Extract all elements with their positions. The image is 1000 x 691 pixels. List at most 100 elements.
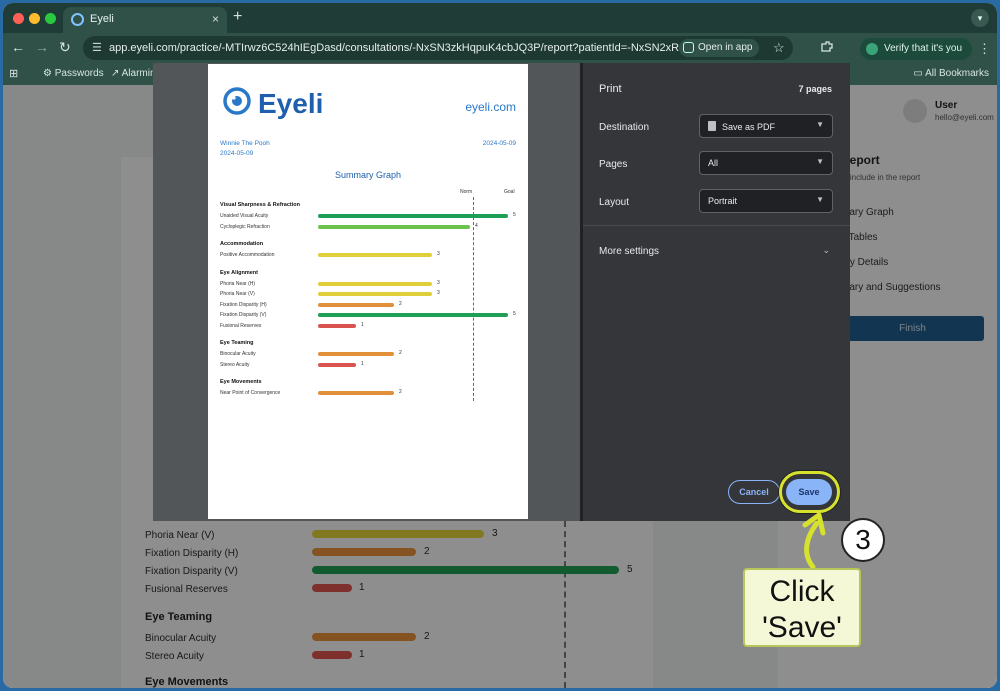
goal-label: Goal <box>504 189 515 195</box>
row-label: Cycloplegic Refraction <box>220 223 270 230</box>
bookmark-star-icon[interactable]: ☆ <box>773 40 785 56</box>
score-value: 1 <box>361 321 364 328</box>
open-in-app-button[interactable]: Open in app <box>679 39 759 57</box>
step-number-badge: 3 <box>841 518 885 562</box>
row-label: Binocular Acuity <box>220 351 256 357</box>
score-bar <box>318 302 394 307</box>
score-value: 3 <box>437 251 440 257</box>
expand-chevron-icon[interactable]: ⌄ <box>822 245 830 256</box>
section-title: Eye Alignment <box>220 269 258 276</box>
row-label: Phoria Near (V) <box>220 291 255 297</box>
score-bar <box>318 292 432 296</box>
minimize-window-icon[interactable] <box>29 13 40 24</box>
url-text: app.eyeli.com/practice/-MTIrwz6C524hIEgD… <box>109 42 701 54</box>
pages-label: Pages <box>599 159 628 170</box>
instruction-callout: Click 'Save' <box>743 568 861 647</box>
settings-divider <box>583 225 850 226</box>
chevron-down-icon: ▼ <box>816 157 824 166</box>
bookmark-alarmin[interactable]: ↗ Alarmin <box>111 68 156 79</box>
open-app-icon <box>683 41 694 53</box>
callout-line-2: 'Save' <box>762 611 842 644</box>
layout-label: Layout <box>599 197 630 208</box>
maximize-window-icon[interactable] <box>45 13 56 24</box>
row-label: Fixation Disparity (V) <box>220 312 267 318</box>
pdf-file-icon <box>708 121 716 131</box>
row-label: Fusional Reserves <box>220 322 262 329</box>
preview-date-right: 2024-05-09 <box>482 140 516 147</box>
score-value: 2 <box>399 300 402 307</box>
save-button[interactable]: Save <box>786 479 832 505</box>
callout-line-1: Click <box>769 575 835 608</box>
eyeli-logo-icon <box>223 87 251 115</box>
browser-toolbar: ← → ↻ ☰ app.eyeli.com/practice/-MTIrwz6C… <box>3 33 997 63</box>
print-title: Print <box>599 83 622 95</box>
close-window-icon[interactable] <box>13 13 24 24</box>
row-label: Stereo Acuity <box>220 361 250 368</box>
preview-page: Eyeli eyeli.com Winnie The Pooh 2024-05-… <box>208 64 528 519</box>
preview-site: eyeli.com <box>465 100 516 114</box>
site-info-icon[interactable]: ☰ <box>92 41 102 54</box>
all-bookmarks-button[interactable]: ▭ All Bookmarks <box>913 68 989 79</box>
extensions-icon[interactable] <box>819 39 835 55</box>
destination-select[interactable]: Save as PDF ▼ <box>699 114 833 138</box>
browser-window: Eyeli × + ▾ ← → ↻ ☰ app.eyeli.com/practi… <box>3 3 997 688</box>
more-settings-label[interactable]: More settings <box>599 246 659 257</box>
score-bar <box>318 313 508 317</box>
summary-graph-title: Summary Graph <box>334 170 402 180</box>
curved-arrow-icon <box>802 512 826 570</box>
profile-icon <box>866 43 878 55</box>
row-label: Near Point of Convergence <box>220 390 281 396</box>
section-title: Visual Sharpness & Refraction <box>220 202 300 208</box>
preview-patient: Winnie The Pooh <box>220 140 270 147</box>
chevron-down-icon: ▼ <box>816 120 824 129</box>
cancel-button[interactable]: Cancel <box>728 480 780 504</box>
browser-menu-icon[interactable]: ⋮ <box>978 41 991 57</box>
norm-dashed-line <box>473 197 474 401</box>
new-tab-icon[interactable]: + <box>233 8 242 26</box>
score-bar <box>318 391 394 395</box>
tab-close-icon[interactable]: × <box>212 12 219 26</box>
score-bar <box>318 281 432 286</box>
score-value: 5 <box>513 212 516 218</box>
score-value: 5 <box>513 311 516 317</box>
score-bar <box>318 253 432 257</box>
score-value: 4 <box>475 222 478 229</box>
score-bar <box>318 362 356 367</box>
score-value: 2 <box>399 389 402 395</box>
apps-grid-icon[interactable]: ⊞ <box>9 67 18 80</box>
destination-label: Destination <box>599 122 650 133</box>
layout-select[interactable]: Portrait ▼ <box>699 189 833 213</box>
score-value: 1 <box>361 360 364 367</box>
tab-search-icon[interactable]: ▾ <box>971 9 989 27</box>
reload-icon[interactable]: ↻ <box>59 39 71 56</box>
back-icon[interactable]: ← <box>11 39 25 55</box>
tab-title: Eyeli <box>90 13 114 25</box>
score-value: 3 <box>437 290 440 296</box>
address-bar[interactable]: ☰ app.eyeli.com/practice/-MTIrwz6C524hIE… <box>83 36 793 60</box>
bookmark-passwords[interactable]: ⚙ Passwords <box>43 68 104 79</box>
verify-identity-button[interactable]: Verify that it's you <box>860 38 972 60</box>
score-value: 3 <box>437 279 440 286</box>
score-bar <box>318 352 394 356</box>
pages-select[interactable]: All ▼ <box>699 151 833 175</box>
row-label: Positive Accommodation <box>220 252 275 258</box>
tab-eyeli[interactable]: Eyeli × <box>63 7 227 33</box>
eyeli-logo-text: Eyeli <box>258 88 324 119</box>
score-bar <box>318 323 356 328</box>
row-label: Unaided Visual Acuity <box>220 213 269 219</box>
score-value: 2 <box>399 350 402 356</box>
section-title: Accommodation <box>220 241 264 247</box>
pages-count: 7 pages <box>798 84 832 94</box>
tab-strip: Eyeli × + ▾ <box>3 3 997 33</box>
row-label: Phoria Near (H) <box>220 280 256 287</box>
row-label: Fixation Disparity (H) <box>220 301 267 308</box>
score-bar <box>318 224 470 229</box>
section-title: Eye Movements <box>220 379 262 385</box>
forward-icon[interactable]: → <box>35 39 49 55</box>
preview-date: 2024-05-09 <box>220 150 254 157</box>
score-bar <box>318 214 508 218</box>
norm-label: Norm <box>460 189 473 195</box>
eyeli-favicon-icon <box>71 13 84 26</box>
chevron-down-icon: ▼ <box>816 195 824 204</box>
section-title: Eye Teaming <box>220 340 254 346</box>
